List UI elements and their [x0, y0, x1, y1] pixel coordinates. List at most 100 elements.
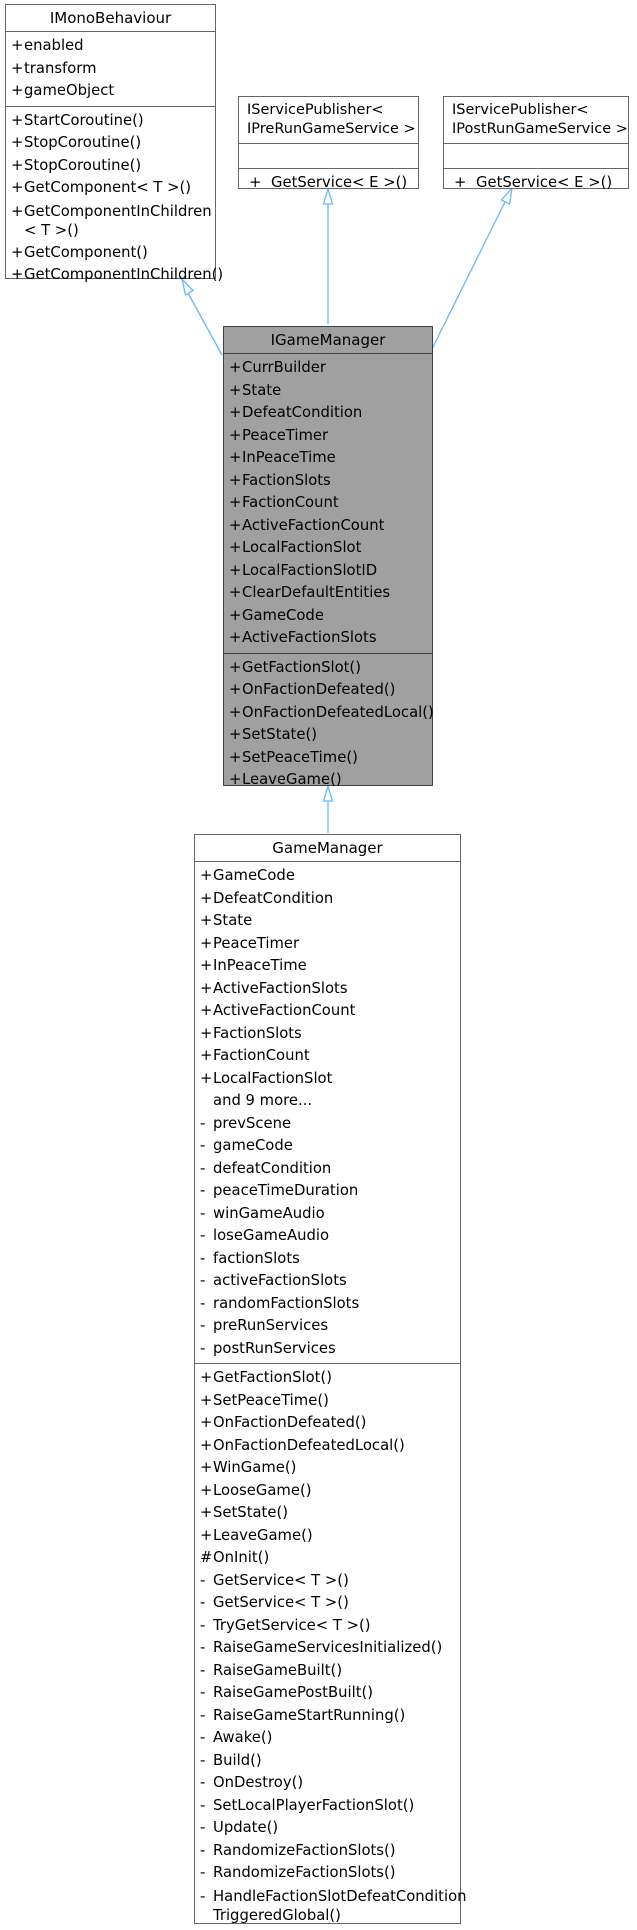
attribute-row[interactable]: +ActiveFactionSlots	[224, 627, 432, 650]
method-row[interactable]: - RandomizeFactionSlots()	[195, 1840, 460, 1863]
attribute-row[interactable]: +GameCode	[195, 865, 460, 888]
attribute-row[interactable]: +PeaceTimer	[224, 425, 432, 448]
method-row[interactable]: +OnFactionDefeatedLocal()	[195, 1435, 460, 1458]
attribute-row[interactable]: - prevScene	[195, 1113, 460, 1136]
method-row[interactable]: +StartCoroutine()	[6, 110, 215, 133]
attribute-name: gameObject	[24, 82, 115, 99]
class-box-imonobehaviour[interactable]: IMonoBehaviour +enabled +transform +gameOb…	[5, 4, 223, 283]
attribute-row[interactable]: - peaceTimeDuration	[195, 1180, 460, 1203]
visibility-marker: -	[200, 1159, 206, 1177]
method-name: GetComponentInChildren < T >()	[24, 202, 212, 239]
method-row[interactable]: + GetService< E >()	[239, 172, 418, 195]
method-row[interactable]: +GetComponent()	[6, 242, 215, 265]
attribute-row[interactable]: - randomFactionSlots	[195, 1293, 460, 1316]
method-name: OnFactionDefeated()	[213, 1414, 367, 1431]
attribute-row[interactable]: - postRunServices	[195, 1338, 460, 1361]
attribute-row[interactable]: - winGameAudio	[195, 1203, 460, 1226]
method-row[interactable]: +GetComponentInChildren < T >()	[6, 200, 215, 242]
attribute-row[interactable]: +FactionCount	[224, 492, 432, 515]
attribute-row[interactable]: - factionSlots	[195, 1248, 460, 1271]
attribute-row[interactable]: +State	[195, 910, 460, 933]
attribute-row[interactable]: - activeFactionSlots	[195, 1270, 460, 1293]
method-row[interactable]: +OnFactionDefeated()	[224, 679, 432, 702]
method-name: LeaveGame()	[242, 771, 342, 788]
method-row[interactable]: #OnInit()	[195, 1547, 460, 1570]
attribute-name: peaceTimeDuration	[213, 1182, 359, 1199]
visibility-marker: -	[200, 1684, 206, 1701]
method-row[interactable]: - Update()	[195, 1817, 460, 1840]
attribute-row[interactable]: +transform	[6, 58, 215, 81]
method-row[interactable]: - RaiseGameServicesInitialized()	[195, 1637, 460, 1660]
method-row[interactable]: - SetLocalPlayerFactionSlot()	[195, 1795, 460, 1818]
attribute-name: prevScene	[213, 1114, 292, 1132]
attribute-row[interactable]: +State	[224, 380, 432, 403]
method-row[interactable]: +OnFactionDefeatedLocal()	[224, 702, 434, 725]
method-row[interactable]: +OnFactionDefeated()	[195, 1412, 460, 1435]
method-row[interactable]: +LooseGame()	[195, 1480, 460, 1503]
method-row[interactable]: - RaiseGamePostBuilt()	[195, 1682, 460, 1705]
method-row[interactable]: +GetFactionSlot()	[224, 657, 432, 680]
attribute-row[interactable]: - gameCode	[195, 1135, 460, 1158]
class-title-line1: IServicePublisher<	[452, 102, 589, 118]
class-box-gamemanager[interactable]: GameManager +GameCode +DefeatCondition +St…	[194, 834, 467, 1927]
attribute-row[interactable]: - loseGameAudio	[195, 1225, 460, 1248]
method-row[interactable]: + GetService< E >()	[444, 172, 628, 195]
method-row[interactable]: - RaiseGameBuilt()	[195, 1660, 460, 1683]
attribute-row[interactable]: +LocalFactionSlot	[195, 1068, 460, 1091]
method-row[interactable]: +LeaveGame()	[195, 1525, 460, 1548]
attribute-row[interactable]: +FactionCount	[195, 1045, 460, 1068]
visibility-marker: +	[229, 629, 242, 646]
attribute-row[interactable]: and 9 more...	[195, 1090, 460, 1113]
visibility-marker: +	[229, 449, 242, 466]
attribute-row[interactable]: - defeatCondition	[195, 1158, 460, 1181]
attribute-row[interactable]: - preRunServices	[195, 1315, 460, 1338]
attribute-row[interactable]: +FactionSlots	[224, 470, 432, 493]
method-row[interactable]: - OnDestroy()	[195, 1772, 460, 1795]
method-row[interactable]: - Awake()	[195, 1727, 460, 1750]
method-row[interactable]: +SetState()	[224, 724, 432, 747]
method-row[interactable]: - HandleFactionSlotDefeatCondition Trigge…	[195, 1885, 467, 1927]
method-row[interactable]: - RandomizeFactionSlots()	[195, 1862, 460, 1885]
visibility-marker: +	[200, 1047, 213, 1064]
method-row[interactable]: +SetPeaceTime()	[195, 1390, 460, 1413]
method-row[interactable]: +LeaveGame()	[224, 769, 432, 792]
method-row[interactable]: +GetComponentInChildren()	[6, 264, 223, 287]
class-box-igamemanager[interactable]: IGameManager +CurrBuilder +State +DefeatCo…	[223, 326, 434, 788]
attribute-row[interactable]: +LocalFactionSlotID	[224, 560, 432, 583]
attribute-row[interactable]: +InPeaceTime	[195, 955, 460, 978]
attribute-row[interactable]: +ActiveFactionCount	[195, 1000, 460, 1023]
visibility-marker: -	[200, 1661, 206, 1679]
attribute-row[interactable]: +enabled	[6, 35, 215, 58]
method-row[interactable]: +WinGame()	[195, 1457, 460, 1480]
attribute-row[interactable]: +LocalFactionSlot	[224, 537, 432, 560]
methods-section: + GetService< E >()	[444, 168, 628, 198]
class-box-iservicepublisher-postrun[interactable]: IServicePublisher< IPostRunGameService >…	[443, 96, 629, 191]
method-row[interactable]: - RaiseGameStartRunning()	[195, 1705, 460, 1728]
method-row[interactable]: +SetState()	[195, 1502, 460, 1525]
method-row[interactable]: - Build()	[195, 1750, 460, 1773]
method-row[interactable]: +StopCoroutine()	[6, 132, 215, 155]
method-row[interactable]: - GetService< T >()	[195, 1592, 460, 1615]
method-row[interactable]: +SetPeaceTime()	[224, 747, 432, 770]
method-row[interactable]: +GetFactionSlot()	[195, 1367, 460, 1390]
class-box-iservicepublisher-prerun[interactable]: IServicePublisher< IPreRunGameService > …	[238, 96, 419, 191]
attribute-row[interactable]: +ActiveFactionCount	[224, 515, 432, 538]
method-row[interactable]: +GetComponent< T >()	[6, 177, 215, 200]
attribute-row[interactable]: +DefeatCondition	[195, 888, 460, 911]
attribute-row[interactable]: +gameObject	[6, 80, 215, 103]
class-title: IGameManager	[270, 331, 386, 349]
attribute-row[interactable]: +GameCode	[224, 605, 432, 628]
attribute-name: enabled	[24, 37, 84, 54]
attribute-row[interactable]: +ClearDefaultEntities	[224, 582, 432, 605]
attribute-row[interactable]: +PeaceTimer	[195, 933, 460, 956]
method-row[interactable]: - GetService< T >()	[195, 1570, 460, 1593]
method-name: StartCoroutine()	[24, 111, 144, 129]
attribute-row[interactable]: +ActiveFactionSlots	[195, 978, 460, 1001]
attribute-row[interactable]: +FactionSlots	[195, 1023, 460, 1046]
method-row[interactable]: +StopCoroutine()	[6, 155, 215, 178]
attribute-row[interactable]: +DefeatCondition	[224, 402, 432, 425]
attribute-row[interactable]: +CurrBuilder	[224, 357, 432, 380]
method-name: OnFactionDefeatedLocal()	[213, 1436, 405, 1454]
attribute-row[interactable]: +InPeaceTime	[224, 447, 432, 470]
method-row[interactable]: - TryGetService< T >()	[195, 1615, 460, 1638]
